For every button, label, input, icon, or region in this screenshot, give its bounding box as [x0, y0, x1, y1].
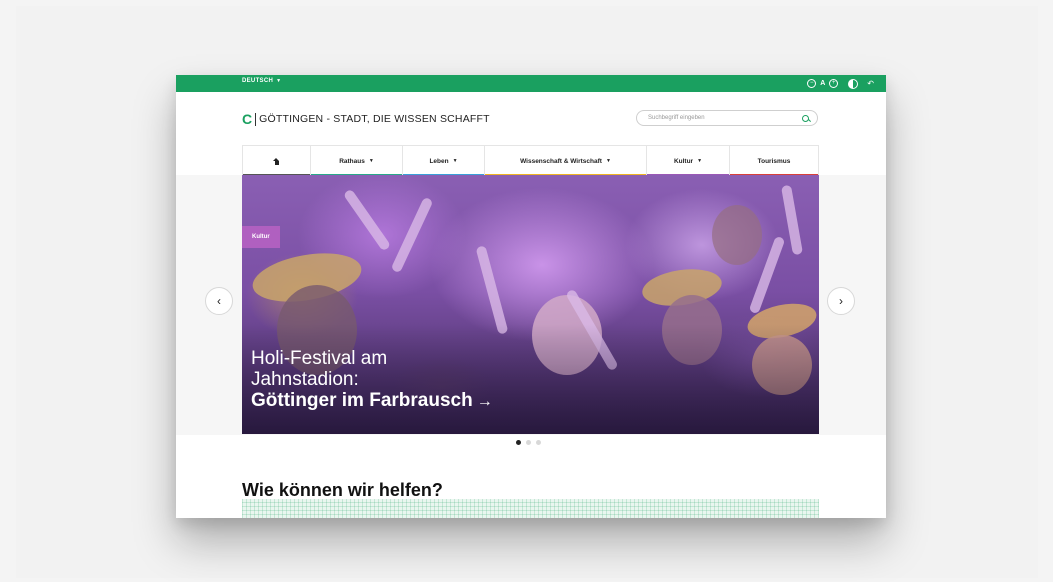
hero-title-line: Holi-Festival am	[251, 348, 388, 369]
nav-item-leben[interactable]: Leben ▼	[403, 146, 485, 176]
website-window: DEUTSCH ▼ − A + ↶ C GÖTTINGEN - STADT, DI…	[176, 75, 886, 518]
nav-item-label: Kultur	[673, 157, 694, 165]
arrow-right-icon: →	[476, 393, 493, 410]
site-logo[interactable]: C GÖTTINGEN - STADT, DIE WISSEN SCHAFFT	[242, 112, 490, 126]
crowd-figure	[475, 245, 509, 335]
logo-mark: C	[242, 111, 253, 127]
nav-item-label: Tourismus	[757, 157, 791, 165]
zoom-out-icon[interactable]: −	[807, 79, 817, 88]
carousel-dot[interactable]	[536, 440, 541, 445]
main-navigation: Rathaus ▼ Leben ▼ Wissenschaft & Wirtschaf…	[242, 145, 819, 176]
chevron-left-icon: ‹	[217, 294, 221, 308]
hero-title-line: Göttinger im Farbrausch →	[251, 390, 493, 412]
chevron-down-icon: ▼	[605, 158, 611, 164]
hero-title-line: Jahnstadion:	[251, 369, 359, 390]
search-placeholder: Suchbegriff eingeben	[648, 115, 705, 121]
nav-item-kultur[interactable]: Kultur ▼	[647, 146, 730, 176]
help-heading: Wie können wir helfen?	[242, 480, 443, 500]
carousel-dots	[516, 440, 541, 445]
undo-icon[interactable]: ↶	[867, 78, 874, 90]
chevron-down-icon: ▼	[368, 158, 374, 164]
accessibility-tools: − A + ↶	[807, 77, 874, 90]
nav-item-label: Leben	[429, 157, 449, 165]
nav-item-label: Wissenschaft & Wirtschaft	[520, 157, 602, 165]
language-selector[interactable]: DEUTSCH ▼	[242, 78, 281, 84]
nav-item-label: Rathaus	[339, 157, 365, 165]
chevron-down-icon: ▼	[452, 158, 458, 164]
hero-slide[interactable]: Kultur Holi-Festival am Jahnstadion: Göt…	[242, 175, 819, 434]
font-size-icon: A	[820, 79, 826, 87]
carousel-dot[interactable]	[526, 440, 531, 445]
search-input[interactable]: Suchbegriff eingeben	[636, 110, 818, 126]
hero-title-bold: Göttinger im Farbrausch	[251, 390, 473, 411]
nav-item-wissenschaft[interactable]: Wissenschaft & Wirtschaft ▼	[485, 146, 647, 176]
search-icon[interactable]	[802, 114, 809, 122]
chevron-right-icon: ›	[839, 294, 843, 308]
chevron-down-icon: ▼	[697, 158, 703, 164]
logo-text: GÖTTINGEN - STADT, DIE WISSEN SCHAFFT	[259, 113, 490, 125]
logo-divider	[255, 112, 257, 126]
zoom-in-icon[interactable]: +	[829, 79, 839, 88]
nav-item-rathaus[interactable]: Rathaus ▼	[311, 146, 403, 176]
help-section-band	[242, 499, 819, 518]
nav-item-home[interactable]	[243, 146, 311, 176]
crowd-figure	[712, 205, 762, 265]
chevron-down-icon: ▼	[276, 78, 282, 84]
contrast-icon[interactable]	[848, 78, 859, 89]
carousel-next-button[interactable]: ›	[827, 287, 855, 315]
language-label: DEUTSCH	[242, 78, 274, 84]
category-tag[interactable]: Kultur	[242, 226, 280, 248]
home-icon	[273, 157, 280, 165]
crowd-figure	[390, 196, 434, 274]
carousel-dot[interactable]	[516, 440, 521, 445]
nav-item-tourismus[interactable]: Tourismus	[730, 146, 819, 176]
carousel-prev-button[interactable]: ‹	[205, 287, 233, 315]
hero-headline[interactable]: Holi-Festival am Jahnstadion: Göttinger …	[251, 348, 493, 412]
crowd-figure	[780, 184, 804, 256]
crowd-figure	[342, 188, 392, 252]
top-bar: DEUTSCH ▼ − A + ↶	[176, 75, 886, 92]
